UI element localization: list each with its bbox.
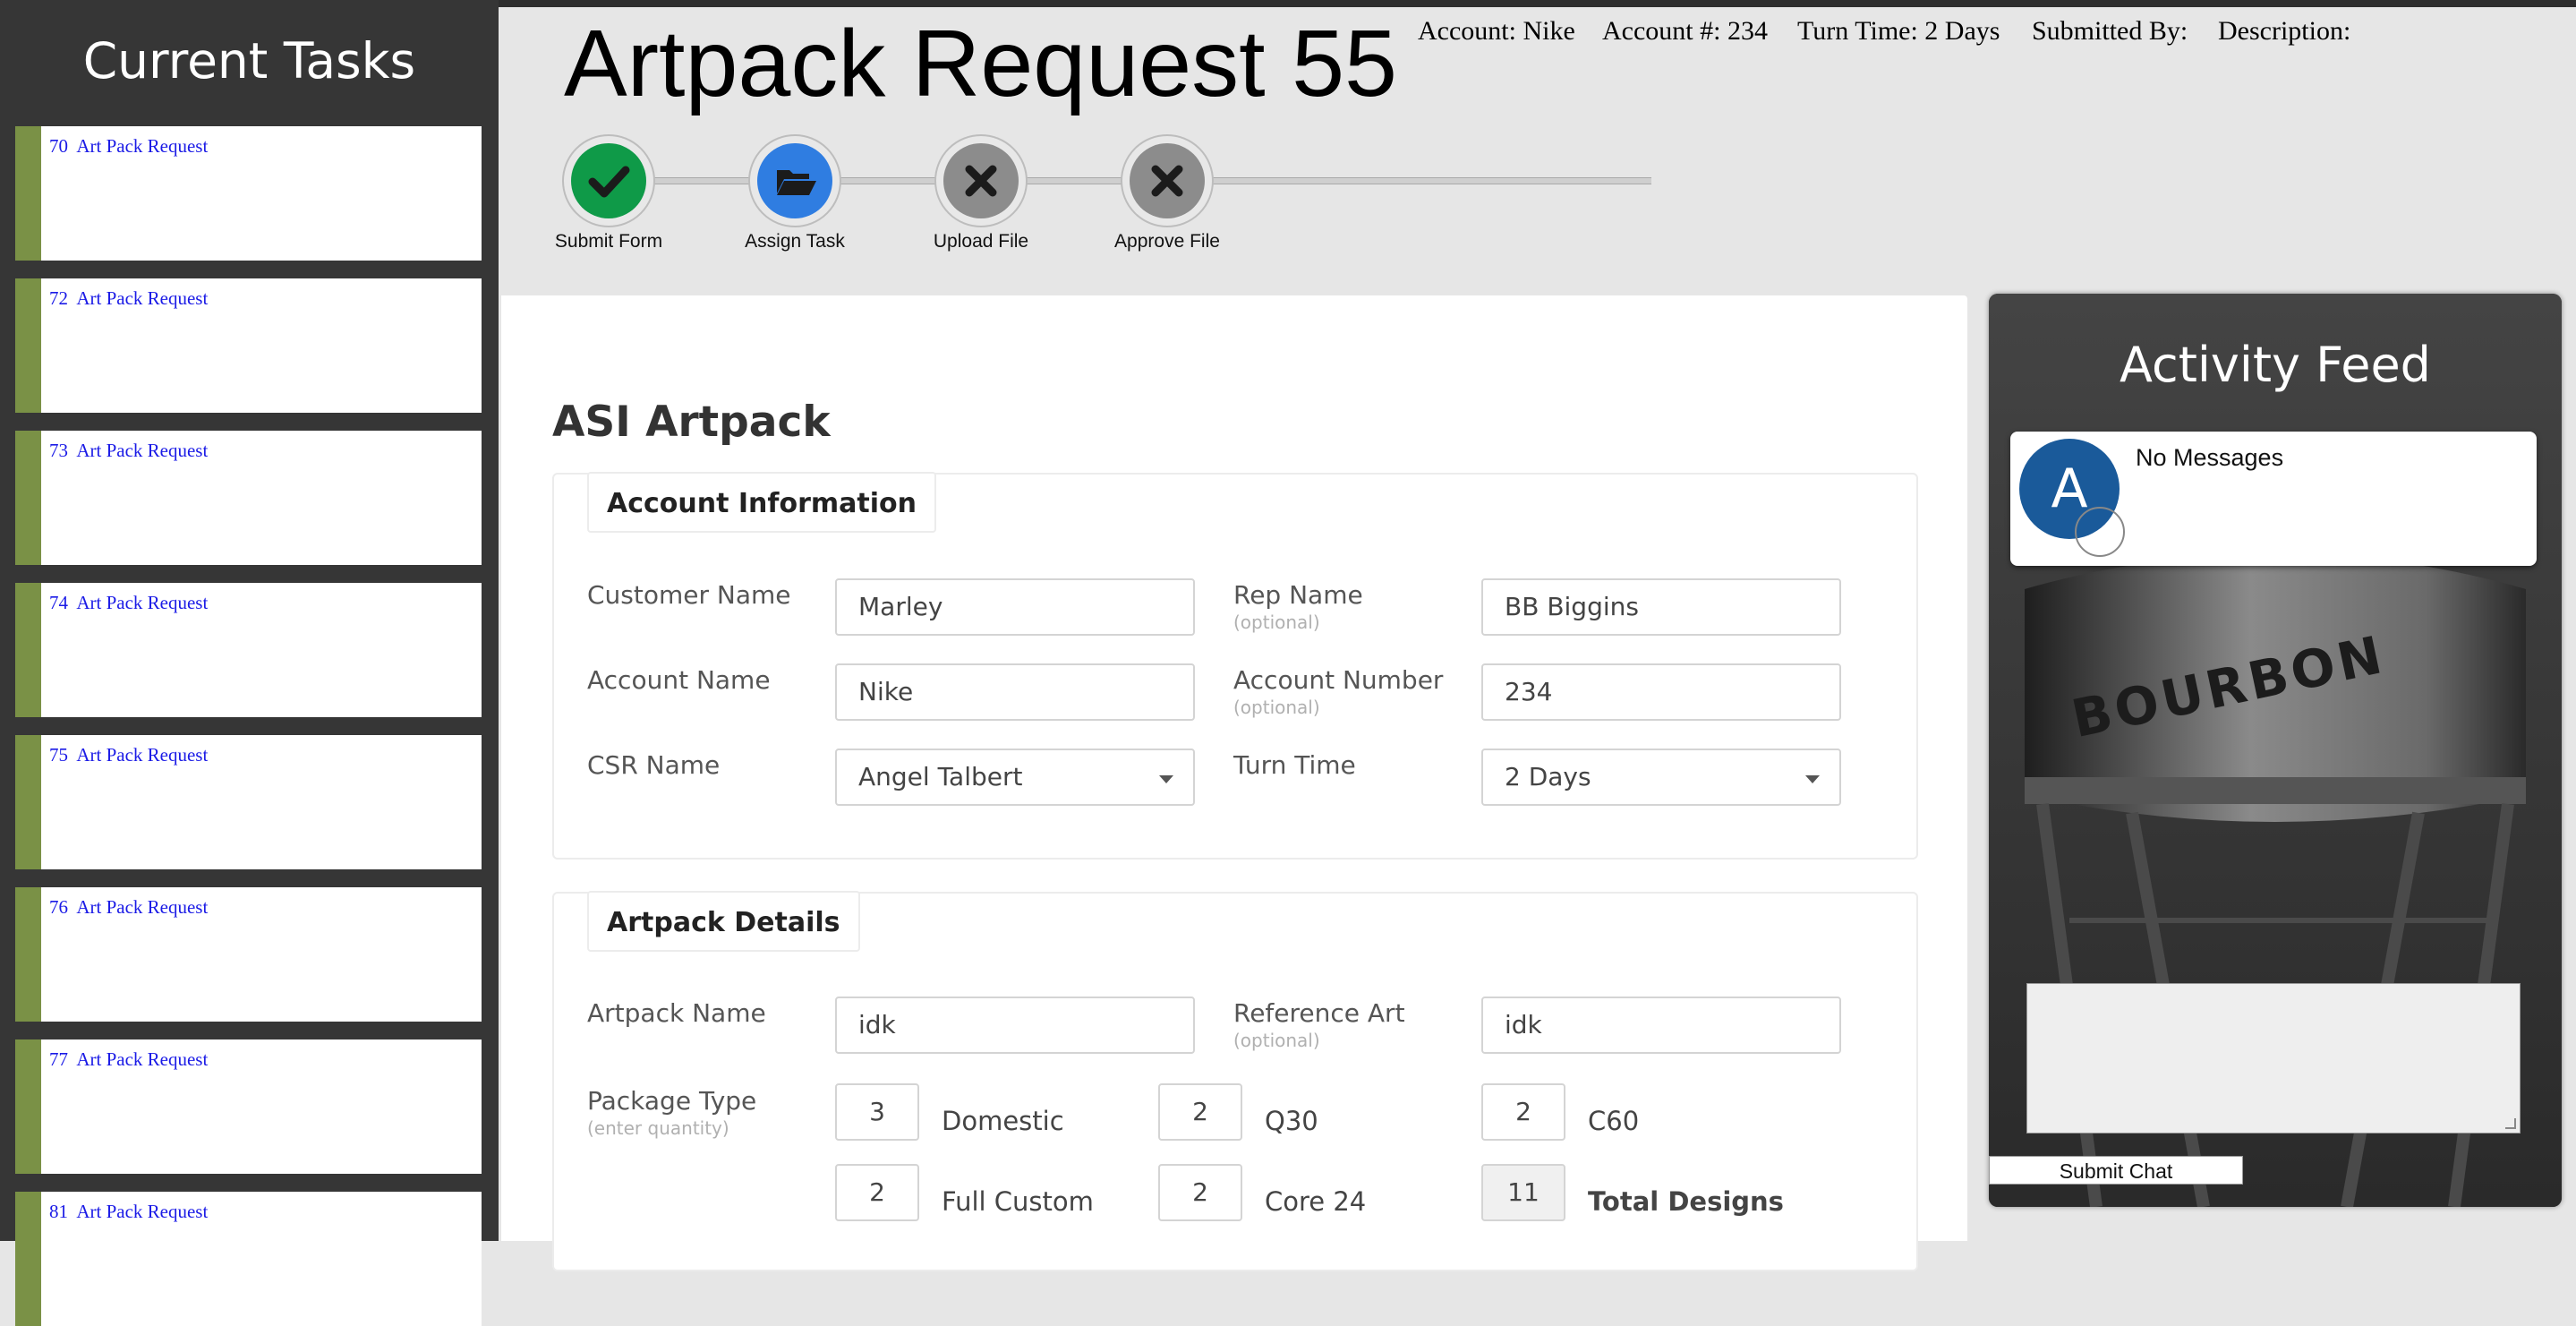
sidebar-title: Current Tasks: [82, 32, 416, 90]
task-card[interactable]: 73 Art Pack Request: [15, 431, 482, 565]
meta-submitted-by: Submitted By:: [2032, 16, 2188, 46]
step-icon-circle: [571, 143, 646, 218]
task-status-bar: [15, 278, 41, 413]
reference-art-input[interactable]: idk: [1481, 997, 1841, 1054]
domestic-qty-input[interactable]: 3: [835, 1083, 919, 1141]
task-link[interactable]: 70 Art Pack Request: [49, 135, 208, 158]
step-label: Submit Form: [554, 231, 663, 252]
task-link[interactable]: 81 Art Pack Request: [49, 1201, 208, 1223]
task-status-bar: [15, 887, 41, 1022]
page-title: Artpack Request 55: [564, 11, 1397, 116]
task-link[interactable]: 73 Art Pack Request: [49, 440, 208, 462]
full-custom-qty-input[interactable]: 2: [835, 1164, 919, 1221]
activity-feed: Activity Feed BOURBON A No Messages: [1989, 294, 2562, 1207]
artpack-name-label: Artpack Name: [587, 998, 766, 1028]
step-assign-task[interactable]: [748, 134, 841, 227]
step-label: Upload File: [933, 231, 1029, 252]
customer-name-label: Customer Name: [587, 580, 791, 610]
csr-name-label: CSR Name: [587, 750, 721, 780]
turn-time-label: Turn Time: [1233, 750, 1356, 780]
q30-qty-input[interactable]: 2: [1158, 1083, 1242, 1141]
account-name-label: Account Name: [587, 665, 771, 695]
task-card[interactable]: 75 Art Pack Request: [15, 735, 482, 869]
folder-open-icon: [777, 170, 816, 195]
meta-account: Account: Nike: [1418, 16, 1575, 46]
task-status-bar: [15, 1039, 41, 1174]
task-link[interactable]: 74 Art Pack Request: [49, 592, 208, 614]
step-approve-file[interactable]: [1121, 134, 1214, 227]
task-card[interactable]: 72 Art Pack Request: [15, 278, 482, 413]
task-card[interactable]: 81 Art Pack Request: [15, 1192, 482, 1326]
activity-feed-title: Activity Feed: [2120, 337, 2431, 393]
full-custom-label: Full Custom: [942, 1186, 1094, 1217]
core24-qty-input[interactable]: 2: [1158, 1164, 1242, 1221]
task-status-bar: [15, 583, 41, 717]
rep-name-hint: (optional): [1233, 612, 1320, 633]
account-number-input[interactable]: 234: [1481, 663, 1841, 721]
task-card[interactable]: 70 Art Pack Request: [15, 126, 482, 261]
rep-name-label: Rep Name: [1233, 580, 1363, 610]
domestic-label: Domestic: [942, 1106, 1064, 1136]
turn-time-select[interactable]: 2 Days: [1481, 749, 1841, 806]
form-title: ASI Artpack: [552, 398, 831, 447]
package-type-hint: (enter quantity): [587, 1117, 729, 1139]
task-card[interactable]: 77 Art Pack Request: [15, 1039, 482, 1174]
reference-art-hint: (optional): [1233, 1030, 1320, 1051]
customer-name-input[interactable]: Marley: [835, 578, 1195, 636]
q30-label: Q30: [1265, 1106, 1318, 1136]
chevron-down-icon: [1159, 775, 1173, 783]
resize-handle-icon[interactable]: [2505, 1118, 2516, 1129]
meta-description: Description:: [2218, 16, 2351, 46]
message-card: A No Messages: [2010, 432, 2537, 566]
task-status-bar: [15, 126, 41, 261]
package-type-label: Package Type: [587, 1086, 757, 1116]
task-card[interactable]: 76 Art Pack Request: [15, 887, 482, 1022]
meta-turn-time: Turn Time: 2 Days: [1797, 16, 2000, 46]
step-upload-file[interactable]: [934, 134, 1028, 227]
avatar-status-ring: [2075, 507, 2125, 557]
step-icon-circle: [757, 143, 832, 218]
message-text: No Messages: [2136, 444, 2284, 471]
x-icon: [1151, 165, 1183, 197]
account-number-hint: (optional): [1233, 697, 1320, 718]
account-info-legend: Account Information: [587, 472, 936, 533]
task-link[interactable]: 75 Art Pack Request: [49, 744, 208, 766]
reference-art-label: Reference Art: [1233, 998, 1405, 1028]
x-icon: [965, 165, 997, 197]
account-number-label: Account Number: [1233, 665, 1444, 695]
task-link[interactable]: 72 Art Pack Request: [49, 287, 208, 310]
total-designs-label: Total Designs: [1588, 1186, 1784, 1217]
artpack-name-input[interactable]: idk: [835, 997, 1195, 1054]
step-submit-form[interactable]: [562, 134, 655, 227]
turn-time-value: 2 Days: [1505, 762, 1591, 791]
c60-label: C60: [1588, 1106, 1640, 1136]
rep-name-input[interactable]: BB Biggins: [1481, 578, 1841, 636]
core24-label: Core 24: [1265, 1186, 1367, 1217]
chat-input[interactable]: [2026, 983, 2521, 1134]
check-icon: [588, 166, 630, 198]
task-status-bar: [15, 431, 41, 565]
task-status-bar: [15, 1192, 41, 1326]
submit-chat-button[interactable]: Submit Chat: [1989, 1156, 2243, 1185]
total-designs-value: 11: [1481, 1164, 1565, 1221]
task-link[interactable]: 77 Art Pack Request: [49, 1048, 208, 1071]
task-status-bar: [15, 735, 41, 869]
task-link[interactable]: 76 Art Pack Request: [49, 896, 208, 919]
step-label: Assign Task: [745, 231, 845, 252]
step-label: Approve File: [1114, 231, 1220, 252]
step-icon-circle: [1130, 143, 1205, 218]
step-icon-circle: [943, 143, 1019, 218]
csr-name-select[interactable]: Angel Talbert: [835, 749, 1195, 806]
account-name-input[interactable]: Nike: [835, 663, 1195, 721]
chevron-down-icon: [1805, 775, 1820, 783]
task-card[interactable]: 74 Art Pack Request: [15, 583, 482, 717]
artpack-details-legend: Artpack Details: [587, 891, 860, 952]
csr-name-value: Angel Talbert: [858, 762, 1023, 791]
c60-qty-input[interactable]: 2: [1481, 1083, 1565, 1141]
meta-account-number: Account #: 234: [1602, 16, 1768, 46]
